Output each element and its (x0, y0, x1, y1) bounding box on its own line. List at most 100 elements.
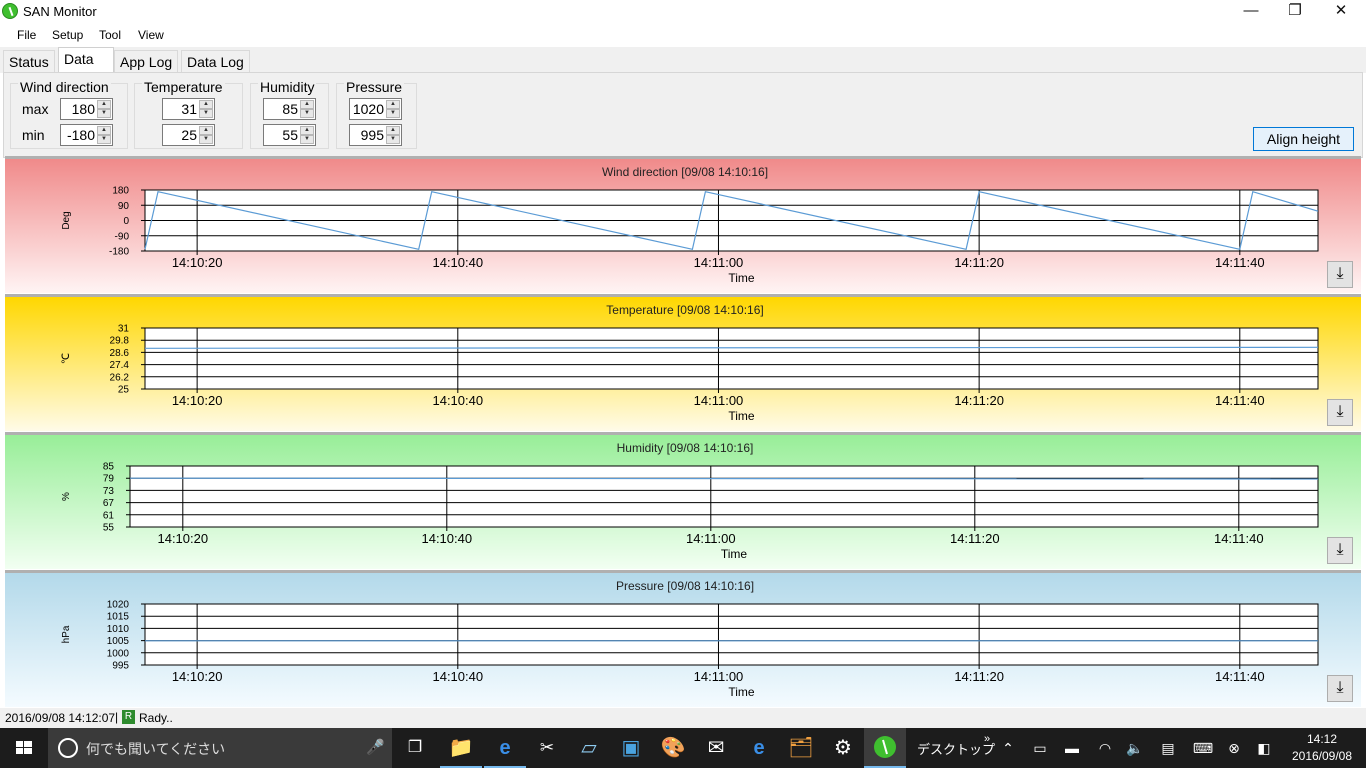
snipping-tool-icon[interactable]: ✂ (526, 728, 568, 768)
spin-up-icon[interactable]: ▲ (97, 126, 111, 135)
settings-gear-icon[interactable]: ⚙ (822, 728, 864, 768)
pressure-download-button[interactable]: ⤓ (1327, 675, 1353, 702)
wind-direction-download-button[interactable]: ⤓ (1327, 261, 1353, 288)
taskbar-search-box[interactable]: 何でも聞いてください 🎤 (48, 728, 392, 768)
close-button[interactable]: ✕ (1318, 0, 1364, 23)
edge-icon[interactable]: e (484, 728, 526, 768)
windows-logo-icon (16, 741, 32, 754)
wind-min-stepper[interactable]: -180 ▲ ▼ (60, 124, 113, 146)
menu-view[interactable]: View (138, 28, 164, 42)
san-monitor-taskbar-icon[interactable] (864, 728, 906, 768)
min-label: min (22, 127, 45, 143)
keyboard-icon[interactable]: ⌨ (1191, 728, 1215, 768)
tab-app-log[interactable]: App Log (114, 50, 179, 73)
pressure-min-value: 995 (360, 127, 384, 143)
task-view-icon[interactable]: ❐ (394, 728, 436, 768)
notification-icon[interactable]: ◧ (1252, 728, 1276, 768)
remote-desktop-icon[interactable]: ▣ (610, 728, 652, 768)
x-tick-label: 14:11:00 (694, 669, 744, 684)
maximize-button[interactable]: ❐ (1272, 0, 1318, 23)
wind-direction-chart: Wind direction [09/08 14:10:16] 180 90 0 -90… (5, 159, 1361, 293)
start-button[interactable] (0, 728, 48, 768)
wifi-icon[interactable]: ◠ (1093, 728, 1117, 768)
pressure-min-stepper[interactable]: 995 ▲ ▼ (349, 124, 402, 146)
clock-time[interactable]: 14:12 (1290, 732, 1354, 746)
range-control-panel: Wind direction max min 180 ▲ ▼ -180 ▲ ▼ … (3, 72, 1363, 158)
x-tick-label: 14:11:40 (1215, 255, 1265, 270)
spin-down-icon[interactable]: ▼ (300, 135, 314, 144)
x-tick-label: 14:10:40 (432, 669, 483, 684)
spin-up-icon[interactable]: ▲ (386, 126, 400, 135)
action-center-icon[interactable]: ▤ (1156, 728, 1180, 768)
temperature-chart: Temperature [09/08 14:10:16] 3129.828.627… (5, 297, 1361, 431)
x-tick-label: 14:10:20 (172, 393, 223, 408)
mail-icon[interactable]: ✉ (695, 728, 737, 768)
humidity-download-button[interactable]: ⤓ (1327, 537, 1353, 564)
humidity-max-stepper[interactable]: 85 ▲ ▼ (263, 98, 316, 120)
internet-explorer-icon[interactable]: e (738, 728, 780, 768)
spin-up-icon[interactable]: ▲ (300, 126, 314, 135)
clock-date[interactable]: 2016/09/08 (1290, 749, 1354, 763)
spin-up-icon[interactable]: ▲ (97, 100, 111, 109)
status-text: Rady.. (139, 711, 173, 725)
x-tick-label: 14:11:00 (694, 393, 744, 408)
wind-max-stepper[interactable]: 180 ▲ ▼ (60, 98, 113, 120)
pressure-max-stepper[interactable]: 1020 ▲ ▼ (349, 98, 402, 120)
battery-icon[interactable]: ▬ (1060, 728, 1084, 768)
x-tick-label: 14:11:20 (954, 255, 1004, 270)
spin-down-icon[interactable]: ▼ (97, 135, 111, 144)
x-tick-label: 14:11:20 (954, 393, 1004, 408)
wind-direction-chart-panel: Wind direction [09/08 14:10:16] 180 90 0 -90… (5, 156, 1361, 293)
tablet-icon[interactable]: ▭ (1028, 728, 1052, 768)
tab-status[interactable]: Status (3, 50, 55, 73)
y-tick-label: 180 (112, 186, 129, 197)
outlook-icon[interactable]: 🗂 (780, 728, 822, 768)
spin-up-icon[interactable]: ▲ (199, 126, 213, 135)
spin-down-icon[interactable]: ▼ (199, 109, 213, 118)
san-monitor-app-icon (874, 736, 896, 758)
plot-area (144, 327, 1319, 390)
spin-down-icon[interactable]: ▼ (300, 109, 314, 118)
chart-title: Wind direction [09/08 14:10:16] (602, 165, 768, 179)
spin-up-icon[interactable]: ▲ (199, 100, 213, 109)
humidity-max-value: 85 (282, 101, 298, 117)
align-height-button[interactable]: Align height (1253, 127, 1354, 151)
y-tick-label: 1000 (107, 648, 130, 659)
notepad-icon[interactable]: ▱ (568, 728, 610, 768)
x-tick-label: 14:10:40 (421, 531, 472, 546)
spin-down-icon[interactable]: ▼ (199, 135, 213, 144)
tab-data[interactable]: Data (58, 47, 114, 73)
temperature-download-button[interactable]: ⤓ (1327, 399, 1353, 426)
spin-up-icon[interactable]: ▲ (300, 100, 314, 109)
spin-up-icon[interactable]: ▲ (386, 100, 400, 109)
temperature-chart-panel: Temperature [09/08 14:10:16] 31 29.8 28.6 27… (5, 294, 1361, 431)
download-icon: ⤓ (1336, 403, 1344, 420)
menu-setup[interactable]: Setup (52, 28, 83, 42)
x-tick-label: 14:11:40 (1215, 669, 1265, 684)
status-indicator: R (122, 710, 135, 724)
plot-area (144, 603, 1319, 666)
series-line (129, 477, 1319, 480)
microphone-icon[interactable]: 🎤 (366, 738, 385, 756)
temperature-min-stepper[interactable]: 25 ▲ ▼ (162, 124, 215, 146)
menu-tool[interactable]: Tool (99, 28, 121, 42)
tab-data-log[interactable]: Data Log (181, 50, 250, 73)
y-tick-label: 28.6 (110, 348, 130, 359)
chevron-up-icon[interactable]: ⌃ (996, 728, 1020, 768)
menu-file[interactable]: File (17, 28, 36, 42)
humidity-min-stepper[interactable]: 55 ▲ ▼ (263, 124, 316, 146)
spin-down-icon[interactable]: ▼ (386, 135, 400, 144)
humidity-chart: Humidity [09/08 14:10:16] 8579736761 55 14:… (5, 435, 1361, 569)
x-tick-label: 14:10:20 (172, 255, 223, 270)
paint-icon[interactable]: 🎨 (652, 728, 694, 768)
ime-off-icon[interactable]: ⊗ (1222, 728, 1246, 768)
volume-icon[interactable]: 🔈 (1123, 728, 1147, 768)
wind-direction-group: Wind direction max min 180 ▲ ▼ -180 ▲ ▼ (10, 79, 128, 149)
y-axis-label: hPa (61, 625, 72, 643)
minimize-button[interactable]: — (1228, 0, 1274, 23)
spin-down-icon[interactable]: ▼ (97, 109, 111, 118)
pressure-group: Pressure 1020 ▲ ▼ 995 ▲ ▼ (336, 79, 417, 149)
temperature-max-stepper[interactable]: 31 ▲ ▼ (162, 98, 215, 120)
file-explorer-icon[interactable]: 📁 (440, 728, 482, 768)
spin-down-icon[interactable]: ▼ (386, 109, 400, 118)
